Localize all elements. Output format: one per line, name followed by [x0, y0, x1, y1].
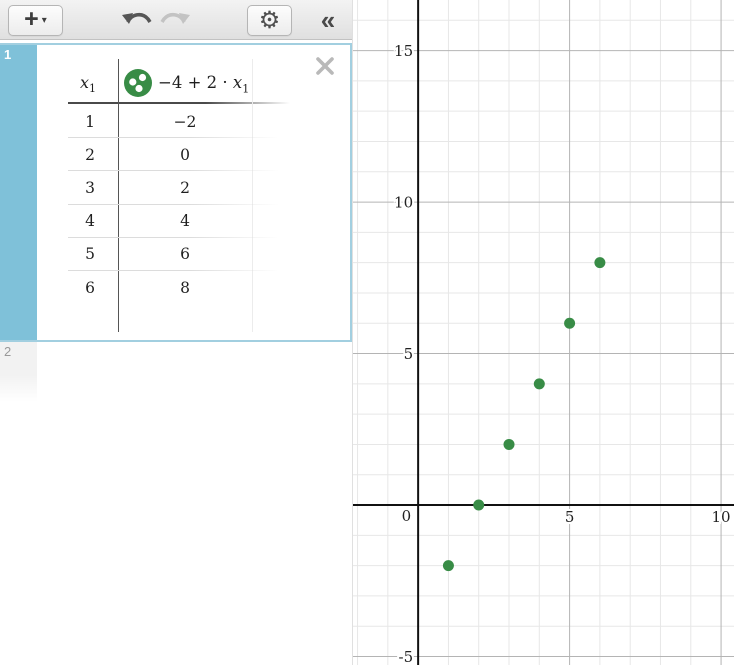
collapse-panel-icon: « — [321, 5, 335, 36]
undo-icon — [122, 13, 150, 24]
toolbar: + ▾ ⚙ « — [0, 0, 352, 40]
table-row: 6 8 — [0, 271, 352, 304]
expression-item-table[interactable]: 1 x1 −4 + 2 · x1 — [0, 43, 352, 342]
table-cell-x[interactable]: 6 — [85, 279, 95, 297]
table-cell-x[interactable]: 2 — [85, 146, 95, 164]
y-axis-tick-label: 5 — [404, 345, 414, 363]
table-cell-y[interactable]: 6 — [180, 245, 190, 263]
table-col2-header[interactable]: −4 + 2 · x1 — [158, 73, 249, 95]
table-row: 4 4 — [0, 205, 352, 238]
expression-item-empty[interactable]: 2 — [0, 342, 352, 402]
plus-icon: + — [24, 7, 39, 32]
table-rows: 1 −2 2 0 3 2 4 4 5 6 — [0, 105, 352, 304]
table-cell-y[interactable]: −2 — [174, 113, 197, 131]
table-row: 5 6 — [0, 238, 352, 271]
table-row: 2 0 — [0, 138, 352, 171]
gear-icon: ⚙ — [259, 9, 281, 33]
data-point[interactable] — [473, 500, 484, 511]
table-cell-x[interactable]: 3 — [85, 179, 95, 197]
expression-index-label: 2 — [4, 344, 11, 359]
close-icon — [318, 59, 332, 73]
expression-panel: 1 x1 −4 + 2 · x1 — [0, 40, 352, 665]
data-point[interactable] — [534, 378, 545, 389]
table-cell-x[interactable]: 4 — [85, 212, 95, 230]
redo-button[interactable] — [158, 9, 192, 31]
data-point[interactable] — [504, 439, 515, 450]
table-cell-y[interactable]: 0 — [180, 146, 190, 164]
desmos-app: + ▾ ⚙ « 1 — [0, 0, 734, 665]
table-header-underline — [68, 102, 290, 104]
table-cell-y[interactable]: 4 — [180, 212, 190, 230]
table-cell-y[interactable]: 2 — [180, 179, 190, 197]
table-col1-header[interactable]: x1 — [80, 73, 96, 95]
points-style-icon[interactable] — [123, 68, 153, 98]
settings-button[interactable]: ⚙ — [247, 5, 292, 36]
table-cell-x[interactable]: 5 — [85, 245, 95, 263]
expression-index-gutter[interactable]: 2 — [0, 342, 37, 402]
origin-label: 0 — [402, 507, 412, 525]
data-point[interactable] — [564, 318, 575, 329]
x-axis-tick-label: 10 — [712, 508, 731, 526]
data-point[interactable] — [443, 560, 454, 571]
y-axis-tick-label: 10 — [394, 194, 413, 212]
table-row: 3 2 — [0, 171, 352, 204]
expression-index-label: 1 — [4, 47, 11, 62]
y-axis-tick-label: -5 — [399, 648, 414, 665]
table-cell-x[interactable]: 1 — [85, 113, 95, 131]
table-cell-y[interactable]: 8 — [180, 279, 190, 297]
caret-down-icon: ▾ — [42, 15, 47, 26]
graph-canvas[interactable]: 5 10 15 10 5 -5 0 — [353, 0, 734, 665]
y-axis-tick-label: 15 — [394, 42, 413, 60]
data-point[interactable] — [594, 257, 605, 268]
undo-button[interactable] — [120, 9, 154, 31]
table-row: 1 −2 — [0, 105, 352, 138]
add-expression-button[interactable]: + ▾ — [8, 5, 63, 36]
x-axis-tick-label: 5 — [565, 508, 575, 526]
graph-pane: 5 10 15 10 5 -5 0 — [352, 0, 734, 665]
collapse-panel-button[interactable]: « — [308, 2, 348, 38]
close-expression-button[interactable] — [314, 55, 336, 77]
redo-icon — [162, 13, 190, 24]
